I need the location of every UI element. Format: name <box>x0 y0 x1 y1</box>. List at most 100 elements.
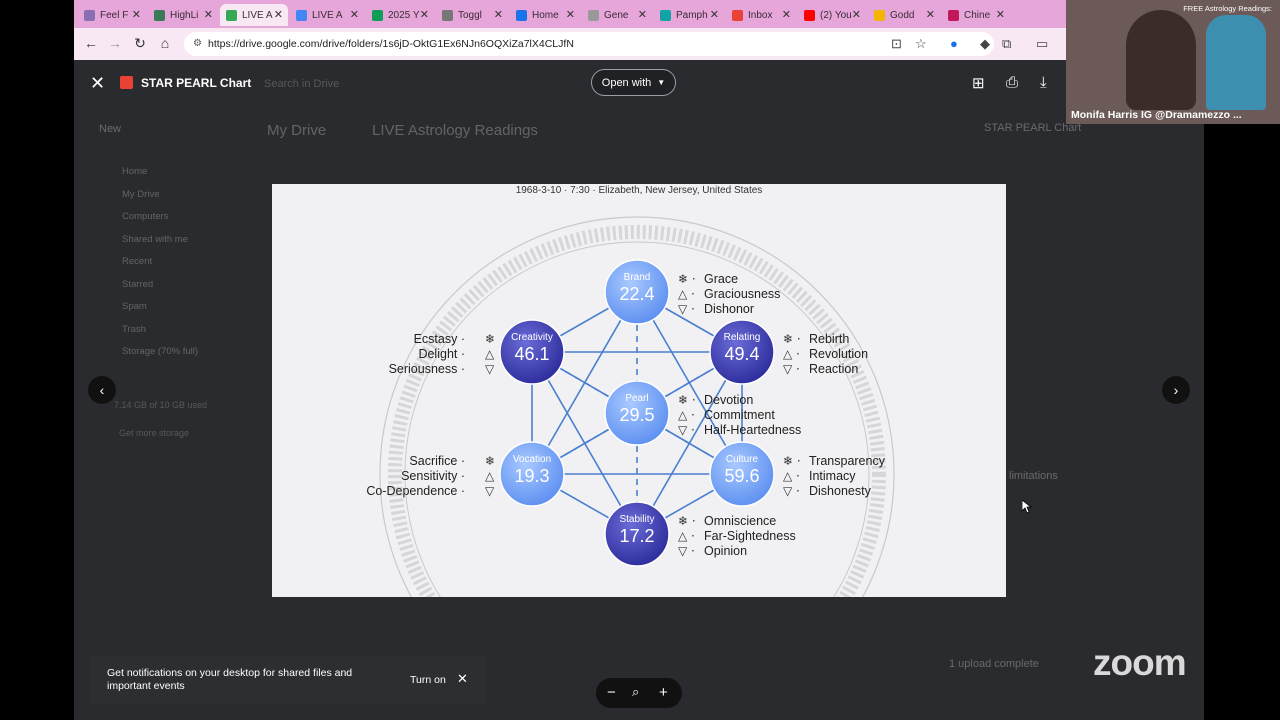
tab-close-icon[interactable]: ✕ <box>494 8 503 21</box>
tab-close-icon[interactable]: ✕ <box>710 8 719 21</box>
trait-label: Graciousness <box>704 287 780 301</box>
browser-tab[interactable]: HighLi ✕ <box>148 4 218 26</box>
background-photo <box>1206 15 1266 110</box>
tab-close-icon[interactable]: ✕ <box>274 8 283 21</box>
install-icon[interactable]: ⊡ <box>891 36 902 52</box>
zoom-in-icon[interactable]: + <box>659 684 668 701</box>
trait-label: Intimacy <box>809 469 856 483</box>
browser-tab[interactable]: Home ✕ <box>510 4 580 26</box>
browser-tab[interactable]: Feel F ✕ <box>78 4 146 26</box>
zoom-out-icon[interactable]: − <box>607 684 616 701</box>
browser-tab[interactable]: Chine ✕ <box>942 4 1010 26</box>
tab-label: LIVE A <box>312 9 343 21</box>
browser-tab[interactable]: Toggl ✕ <box>436 4 508 26</box>
browser-tab[interactable]: LIVE A ✕ <box>220 4 288 26</box>
zoom-controls: − ⌕ + <box>596 678 682 708</box>
tab-close-icon[interactable]: ✕ <box>638 8 647 21</box>
browser-tab[interactable]: Inbox ✕ <box>726 4 796 26</box>
node-value-label: 59.6 <box>724 466 759 486</box>
tab-favicon-icon <box>442 9 453 21</box>
trait-label: Omniscience <box>704 514 776 528</box>
extensions-puzzle-icon[interactable]: ⧉ <box>1002 36 1011 52</box>
download-icon[interactable]: ⤓ <box>1040 74 1047 91</box>
trait-symbol-icon: ❄ · <box>783 332 801 346</box>
tab-favicon-icon <box>588 9 599 21</box>
open-with-button[interactable]: Open with ▼ <box>591 69 676 96</box>
next-file-button[interactable]: › <box>1162 376 1190 404</box>
tab-close-icon[interactable]: ✕ <box>132 8 141 21</box>
trait-label: Transparency <box>809 454 886 468</box>
close-preview-icon[interactable]: ✕ <box>90 73 105 94</box>
home-icon[interactable]: ⌂ <box>156 35 174 51</box>
node-name-label: Vocation <box>513 454 551 465</box>
bookmark-star-icon[interactable]: ☆ <box>915 36 927 52</box>
tab-label: Pamph <box>676 9 708 21</box>
trait-label: Sensitivity · <box>401 469 465 483</box>
bg-sidebar-item: My Drive <box>122 188 160 200</box>
bg-new-button: New <box>99 123 122 135</box>
extension-icon[interactable]: ● <box>950 36 958 51</box>
print-icon[interactable]: ⎙ <box>1006 74 1018 91</box>
zoom-search-icon[interactable]: ⌕ <box>632 684 639 700</box>
trait-symbol-icon: △ · <box>678 529 695 543</box>
tab-favicon-icon <box>372 9 383 21</box>
node-name-label: Creativity <box>511 332 553 343</box>
trait-label: Seriousness · <box>389 362 465 376</box>
add-shortcut-icon[interactable]: ⊞ <box>972 74 985 92</box>
trait-symbol-icon: ▽ <box>485 484 495 498</box>
bg-sidebar-item: Storage (70% full) <box>122 346 199 357</box>
node-value-label: 49.4 <box>724 344 759 364</box>
turn-on-button[interactable]: Turn on <box>410 674 446 686</box>
close-toast-icon[interactable]: ✕ <box>457 671 468 687</box>
tab-label: 2025 Y <box>388 9 420 21</box>
tab-label: Home <box>532 9 559 21</box>
video-caption: Monifa Harris IG @Dramamezzo ... <box>1071 109 1242 121</box>
reload-icon[interactable]: ↻ <box>131 35 149 52</box>
trait-label: Delight · <box>418 347 465 361</box>
forward-icon[interactable]: → <box>106 35 124 51</box>
person-silhouette <box>1126 10 1196 110</box>
address-toolbar: ← → ↻ ⌂ ⚙ https://drive.google.com/drive… <box>74 28 1204 60</box>
tab-close-icon[interactable]: ✕ <box>926 8 935 21</box>
tab-close-icon[interactable]: ✕ <box>782 8 791 21</box>
trait-label: Half-Heartedness <box>704 423 801 437</box>
trait-symbol-icon: ❄ · <box>678 272 696 286</box>
tab-close-icon[interactable]: ✕ <box>420 8 429 21</box>
tab-label: Feel F <box>100 9 129 21</box>
trait-label: Ecstasy · <box>414 332 465 346</box>
site-info-icon[interactable]: ⚙ <box>193 38 202 49</box>
extension-2-icon[interactable]: ◆ <box>980 36 990 52</box>
tab-close-icon[interactable]: ✕ <box>996 8 1005 21</box>
browser-tab[interactable]: Gene ✕ <box>582 4 652 26</box>
browser-tab[interactable]: (2) You ✕ <box>798 4 866 26</box>
drive-preview-overlay: Search in Drive New My Drive LIVE Astrol… <box>74 60 1204 720</box>
bg-sidebar-item: Trash <box>122 323 146 335</box>
back-icon[interactable]: ← <box>82 35 100 51</box>
browser-tab[interactable]: LIVE A ✕ <box>290 4 364 26</box>
browser-tab[interactable]: Pamph ✕ <box>654 4 724 26</box>
star-pearl-diagram: Brand22.4 ❄ · Grace △ · Graciousness ▽ · Disho… <box>366 216 895 597</box>
trait-symbol-icon: △ · <box>783 469 800 483</box>
browser-tab[interactable]: 2025 Y ✕ <box>366 4 434 26</box>
tab-label: Chine <box>964 9 991 21</box>
tab-close-icon[interactable]: ✕ <box>350 8 359 21</box>
bg-search: Search in Drive <box>264 78 340 90</box>
chart-image: 1968-3-10 · 7:30 · Elizabeth, New Jersey… <box>272 184 1006 597</box>
video-thumbnail[interactable]: FREE Astrology Readings: Monifa Harris I… <box>1066 0 1280 124</box>
bg-sidebar-item: Home <box>122 166 148 177</box>
tab-close-icon[interactable]: ✕ <box>566 8 575 21</box>
previous-file-button[interactable]: ‹ <box>88 376 116 404</box>
trait-symbol-icon: ▽ · <box>678 423 695 437</box>
browser-window: Feel F ✕ HighLi ✕ LIVE A ✕ LIVE A ✕ 2025 Y ✕ Toggl… <box>74 0 1204 720</box>
bg-sidebar-item: Shared with me <box>122 233 189 245</box>
trait-label: Grace <box>704 272 738 286</box>
browser-tab[interactable]: Godd ✕ <box>868 4 940 26</box>
tab-close-icon[interactable]: ✕ <box>852 8 861 21</box>
sidepanel-icon[interactable]: ▭ <box>1036 36 1048 52</box>
trait-symbol-icon: ❄ · <box>678 393 696 407</box>
trait-label: Far-Sightedness <box>704 529 796 543</box>
trait-label: Reaction <box>809 362 858 376</box>
url-field[interactable]: ⚙ https://drive.google.com/drive/folders… <box>184 32 994 56</box>
bg-storage: 7.14 GB of 10 GB used <box>114 400 208 410</box>
tab-close-icon[interactable]: ✕ <box>204 8 213 21</box>
